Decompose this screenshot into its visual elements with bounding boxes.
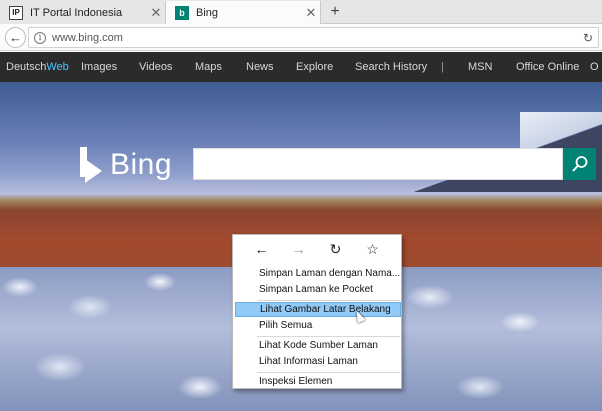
context-menu: ← → ↻ ☆ Simpan Laman dengan Nama... Simp…: [232, 234, 402, 389]
info-icon[interactable]: i: [34, 31, 46, 44]
context-menu-nav: ← → ↻ ☆: [233, 235, 401, 263]
bing-logo-icon: [80, 147, 102, 183]
menu-item-page-info[interactable]: Lihat Informasi Laman: [235, 354, 401, 369]
menu-item-view-background-image[interactable]: Lihat Gambar Latar Belakang: [235, 302, 401, 317]
nav-item-videos[interactable]: Videos: [139, 61, 172, 73]
nav-item-explore[interactable]: Explore: [296, 61, 333, 73]
bing-logo[interactable]: Bing: [80, 145, 172, 185]
tab-it-portal[interactable]: IP IT Portal Indonesia ✕: [0, 1, 165, 24]
nav-item-news[interactable]: News: [246, 61, 274, 73]
menu-item-save-page-as[interactable]: Simpan Laman dengan Nama...: [235, 266, 401, 281]
reload-icon[interactable]: ↻: [578, 31, 598, 45]
search-icon: [571, 156, 587, 172]
nav-item-maps[interactable]: Maps: [195, 61, 222, 73]
menu-item-inspect-element[interactable]: Inspeksi Elemen: [235, 374, 401, 389]
reload-icon[interactable]: ↻: [326, 241, 346, 258]
itportal-icon: IP: [9, 5, 23, 20]
nav-separator: |: [441, 61, 444, 73]
nav-item-office-online[interactable]: Office Online: [516, 61, 579, 73]
search-input[interactable]: [193, 148, 563, 180]
close-icon[interactable]: ✕: [302, 5, 320, 21]
back-button[interactable]: ←: [5, 27, 26, 48]
bookmark-star-icon[interactable]: ☆: [363, 241, 383, 258]
nav-item-overflow[interactable]: O: [590, 61, 599, 73]
nav-item-msn[interactable]: MSN: [468, 61, 492, 73]
menu-separator: [257, 336, 400, 337]
arrow-left-icon: ←: [9, 30, 22, 45]
menu-item-save-to-pocket[interactable]: Simpan Laman ke Pocket: [235, 282, 401, 297]
search-button[interactable]: [563, 148, 596, 180]
address-bar[interactable]: i www.bing.com ↻: [28, 27, 599, 48]
tab-strip: IP IT Portal Indonesia ✕ b Bing ✕ +: [0, 0, 602, 25]
tab-title: Bing: [196, 7, 219, 19]
menu-item-view-source[interactable]: Lihat Kode Sumber Laman: [235, 338, 401, 353]
tab-title: IT Portal Indonesia: [30, 6, 123, 19]
menu-separator: [257, 372, 400, 373]
navigation-toolbar: ← i www.bing.com ↻: [0, 24, 602, 51]
back-arrow-icon[interactable]: ←: [252, 241, 272, 257]
forward-arrow-icon[interactable]: →: [289, 241, 309, 257]
menu-item-select-all[interactable]: Pilih Semua: [235, 318, 401, 333]
url-text[interactable]: www.bing.com: [52, 32, 578, 44]
nav-item-deutsch[interactable]: DeutschWeb: [6, 61, 69, 73]
nav-item-images[interactable]: Images: [81, 61, 117, 73]
tab-bing[interactable]: b Bing ✕: [165, 1, 321, 25]
menu-separator: [257, 300, 400, 301]
bing-icon: b: [175, 6, 189, 20]
bing-top-nav: DeutschWeb Images Videos Maps News Explo…: [0, 52, 602, 82]
new-tab-button[interactable]: +: [326, 3, 344, 21]
close-icon[interactable]: ✕: [147, 5, 165, 21]
bing-logo-text: Bing: [110, 148, 173, 181]
nav-item-search-history[interactable]: Search History: [355, 61, 427, 73]
